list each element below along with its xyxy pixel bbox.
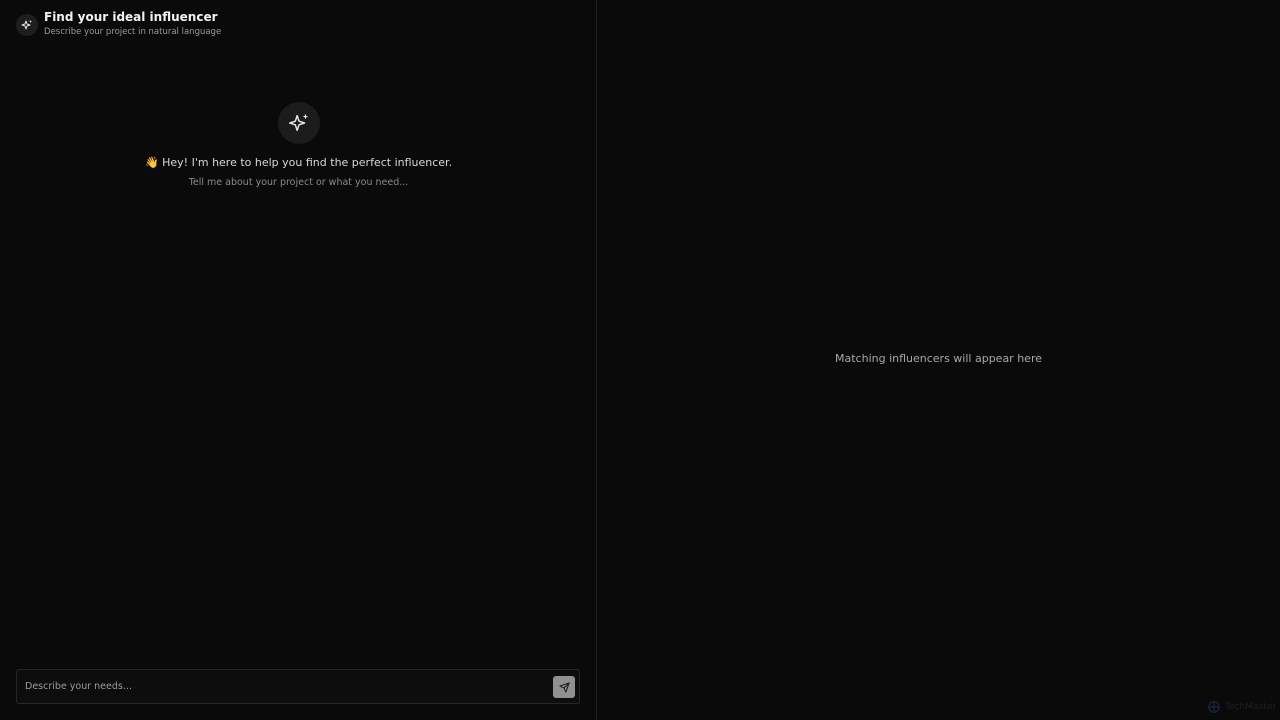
results-empty-state: Matching influencers will appear here <box>835 352 1042 365</box>
app-root: Find your ideal influencer Describe your… <box>0 0 1280 720</box>
welcome-subtitle: Tell me about your project or what you n… <box>188 177 409 188</box>
welcome-message: 👋 Hey! I'm here to help you find the per… <box>0 102 597 189</box>
watermark: TechMaster <box>1207 700 1276 714</box>
send-button[interactable] <box>553 676 575 698</box>
send-icon <box>558 681 570 693</box>
logo-icon <box>1207 700 1221 714</box>
sparkles-icon <box>277 102 320 144</box>
page-title: Find your ideal influencer <box>44 10 218 24</box>
welcome-title: 👋 Hey! I'm here to help you find the per… <box>144 156 453 169</box>
message-input[interactable] <box>17 670 547 696</box>
message-composer <box>16 669 580 704</box>
header-text: Find your ideal influencer Describe your… <box>44 10 221 38</box>
chat-panel: Find your ideal influencer Describe your… <box>0 0 597 720</box>
page-subtitle: Describe your project in natural languag… <box>44 27 222 37</box>
results-panel: Matching influencers will appear here Te… <box>597 0 1280 720</box>
sparkles-icon <box>16 14 38 36</box>
chat-header: Find your ideal influencer Describe your… <box>16 10 221 38</box>
watermark-text: TechMaster <box>1225 702 1276 712</box>
